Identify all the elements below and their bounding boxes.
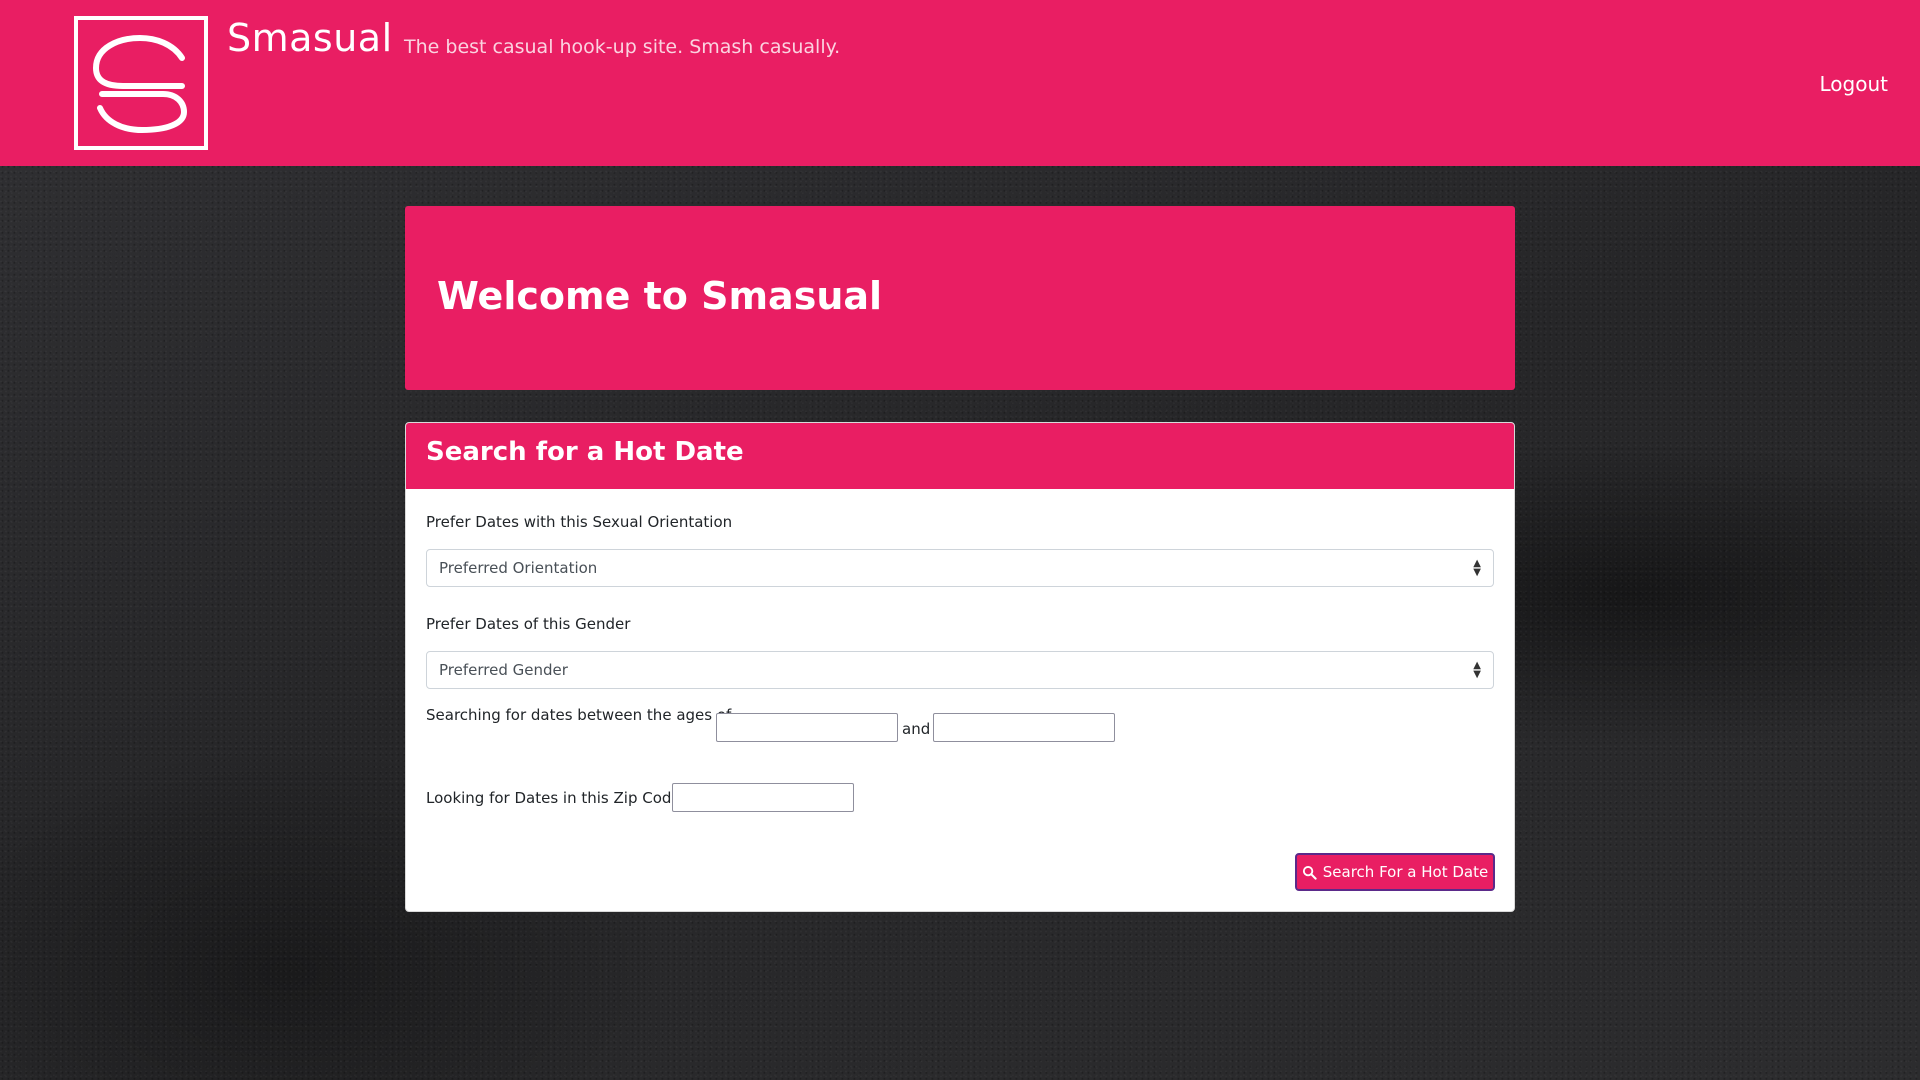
brand-name[interactable]: Smasual: [227, 16, 393, 60]
search-button-label: Search For a Hot Date: [1322, 863, 1489, 881]
select-caret-icon: ▲ ▼: [1473, 660, 1481, 680]
welcome-banner: Welcome to Smasual: [405, 206, 1515, 390]
logo-svg: [92, 34, 188, 134]
welcome-title: Welcome to Smasual: [437, 274, 883, 318]
gender-label: Prefer Dates of this Gender: [426, 615, 631, 633]
select-caret-icon: ▲ ▼: [1473, 558, 1481, 578]
search-hot-date-button[interactable]: Search For a Hot Date: [1295, 853, 1495, 891]
orientation-select[interactable]: Preferred Orientation ▲ ▼: [426, 549, 1494, 587]
age-range-label: Searching for dates between the ages of: [426, 706, 732, 724]
age-and-label: and: [902, 720, 931, 738]
smasual-logo-icon[interactable]: [74, 16, 208, 150]
orientation-select-value: Preferred Orientation: [439, 559, 598, 577]
orientation-label: Prefer Dates with this Sexual Orientatio…: [426, 513, 733, 531]
search-icon: [1302, 865, 1317, 880]
gender-select-value: Preferred Gender: [439, 661, 568, 679]
zip-code-input[interactable]: [672, 783, 854, 812]
zip-code-label: Looking for Dates in this Zip Code: [426, 789, 681, 807]
logout-link[interactable]: Logout: [1820, 72, 1888, 96]
age-min-input[interactable]: [716, 713, 898, 742]
brand-tagline: The best casual hook-up site. Smash casu…: [404, 36, 841, 58]
search-card-title: Search for a Hot Date: [426, 437, 744, 467]
search-card: Search for a Hot Date Prefer Dates with …: [405, 422, 1515, 912]
gender-select[interactable]: Preferred Gender ▲ ▼: [426, 651, 1494, 689]
top-navbar: Smasual The best casual hook-up site. Sm…: [0, 0, 1920, 166]
search-card-header: Search for a Hot Date: [406, 423, 1514, 489]
age-max-input[interactable]: [933, 713, 1115, 742]
